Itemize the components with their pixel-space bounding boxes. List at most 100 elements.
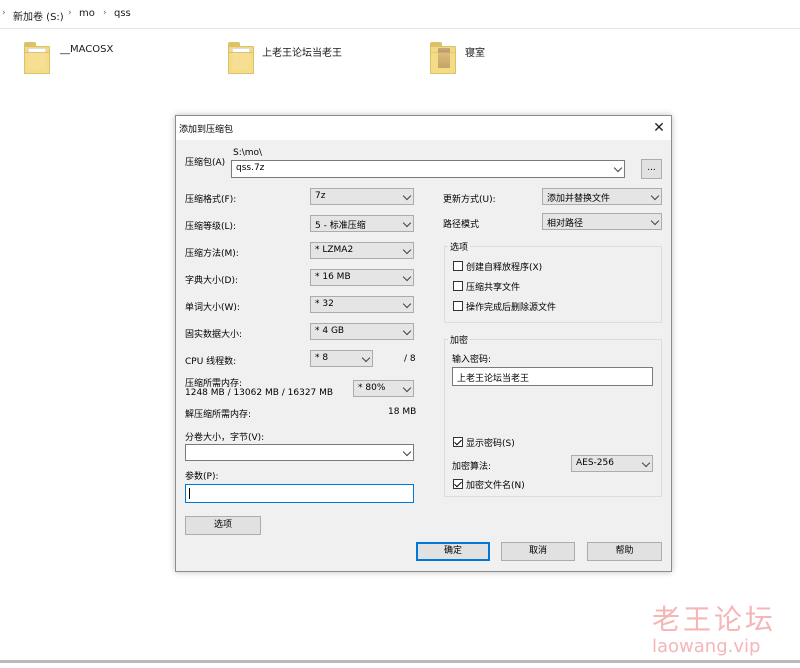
chevron-down-icon bbox=[650, 191, 660, 201]
sfx-label[interactable]: 创建自释放程序(X) bbox=[466, 260, 542, 273]
add-to-archive-dialog: 添加到压缩包 ✕ 压缩包(A) S:\mo\ qss.7z ... 压缩格式(F… bbox=[175, 115, 672, 572]
archive-label: 压缩包(A) bbox=[185, 158, 226, 168]
folder-icon bbox=[24, 42, 50, 74]
memory-detail: 1248 MB / 13062 MB / 16327 MB bbox=[185, 388, 334, 398]
split-size-combo[interactable] bbox=[185, 444, 414, 461]
browse-button[interactable]: ... bbox=[641, 159, 662, 179]
chevron-down-icon bbox=[402, 245, 412, 255]
watermark-text: 老王论坛 bbox=[652, 603, 777, 636]
chevron-down-icon bbox=[402, 299, 412, 309]
update-mode-select[interactable]: 添加并替换文件 bbox=[542, 188, 662, 205]
chevron-down-icon bbox=[402, 218, 412, 228]
help-button[interactable]: 帮助 bbox=[587, 542, 662, 561]
delete-source-label[interactable]: 操作完成后删除源文件 bbox=[466, 300, 556, 313]
breadcrumb-mo[interactable]: mo bbox=[79, 8, 95, 19]
params-input[interactable] bbox=[185, 484, 414, 503]
cancel-button[interactable]: 取消 bbox=[501, 542, 575, 561]
text-caret bbox=[189, 488, 190, 499]
method-select[interactable]: * LZMA2 bbox=[310, 242, 414, 259]
threads-value: * 8 bbox=[315, 353, 329, 363]
encryption-method-select[interactable]: AES-256 bbox=[571, 455, 653, 472]
path-mode-label: 路径模式 bbox=[443, 220, 480, 230]
ok-button[interactable]: 确定 bbox=[416, 542, 490, 561]
folder-item-dorm[interactable] bbox=[430, 42, 456, 74]
shared-files-checkbox[interactable] bbox=[453, 281, 463, 291]
update-mode-label: 更新方式(U): bbox=[443, 195, 496, 205]
sfx-checkbox[interactable] bbox=[453, 261, 463, 271]
close-icon[interactable]: ✕ bbox=[650, 119, 668, 137]
dict-label: 字典大小(D): bbox=[185, 276, 238, 286]
path-mode-value: 相对路径 bbox=[547, 219, 584, 229]
solid-label: 固实数据大小: bbox=[185, 330, 243, 340]
chevron-right-icon: › bbox=[2, 8, 6, 18]
folder-item-macosx[interactable] bbox=[24, 42, 50, 74]
threads-select[interactable]: * 8 bbox=[310, 350, 373, 367]
threads-label: CPU 线程数: bbox=[185, 357, 237, 367]
format-label: 压缩格式(F): bbox=[185, 195, 237, 205]
chevron-down-icon bbox=[361, 353, 371, 363]
level-select[interactable]: 5 - 标准压缩 bbox=[310, 215, 414, 232]
encrypt-names-label[interactable]: 加密文件名(N) bbox=[466, 478, 525, 491]
level-value: 5 - 标准压缩 bbox=[315, 221, 366, 231]
path-mode-select[interactable]: 相对路径 bbox=[542, 213, 662, 230]
chevron-down-icon bbox=[402, 383, 412, 393]
breadcrumb-qss[interactable]: qss bbox=[114, 8, 131, 19]
chevron-down-icon bbox=[402, 191, 412, 201]
format-value: 7z bbox=[315, 191, 326, 201]
shared-files-label[interactable]: 压缩共享文件 bbox=[466, 280, 520, 293]
password-label: 输入密码: bbox=[452, 355, 492, 365]
memory-percent-select[interactable]: * 80% bbox=[353, 380, 414, 397]
word-label: 单词大小(W): bbox=[185, 303, 240, 313]
folder-icon bbox=[228, 42, 254, 74]
params-label: 参数(P): bbox=[185, 472, 219, 482]
chevron-down-icon bbox=[613, 163, 623, 173]
chevron-down-icon bbox=[402, 326, 412, 336]
chevron-right-icon: › bbox=[68, 8, 72, 18]
dialog-title: 添加到压缩包 bbox=[179, 125, 234, 135]
chevron-down-icon bbox=[402, 272, 412, 282]
chevron-down-icon bbox=[641, 458, 651, 468]
breadcrumb-drive[interactable]: 新加卷 (S:) bbox=[13, 8, 64, 23]
dialog-titlebar[interactable]: 添加到压缩包 ✕ bbox=[176, 116, 671, 140]
password-input[interactable]: 上老王论坛当老王 bbox=[452, 367, 653, 386]
encryption-method-label: 加密算法: bbox=[452, 462, 492, 472]
encryption-method-value: AES-256 bbox=[576, 458, 614, 468]
dict-value: * 16 MB bbox=[315, 272, 351, 282]
format-select[interactable]: 7z bbox=[310, 188, 414, 205]
options-button[interactable]: 选项 bbox=[185, 516, 261, 535]
folder-label[interactable]: 寝室 bbox=[465, 44, 485, 59]
delete-source-checkbox[interactable] bbox=[453, 301, 463, 311]
folder-item-laowang[interactable] bbox=[228, 42, 254, 74]
options-group-title: 选项 bbox=[448, 240, 471, 253]
word-value: * 32 bbox=[315, 299, 334, 309]
dict-select[interactable]: * 16 MB bbox=[310, 269, 414, 286]
solid-value: * 4 GB bbox=[315, 326, 345, 336]
level-label: 压缩等级(L): bbox=[185, 222, 237, 232]
show-password-label[interactable]: 显示密码(S) bbox=[466, 436, 515, 449]
show-password-checkbox[interactable] bbox=[453, 437, 463, 447]
folder-label[interactable]: __MACOSX bbox=[60, 44, 113, 55]
encrypt-names-checkbox[interactable] bbox=[453, 479, 463, 489]
folder-icon bbox=[430, 42, 456, 74]
solid-select[interactable]: * 4 GB bbox=[310, 323, 414, 340]
chevron-down-icon bbox=[650, 216, 660, 226]
password-value: 上老王论坛当老王 bbox=[457, 374, 530, 384]
update-mode-value: 添加并替换文件 bbox=[547, 194, 611, 204]
chevron-right-icon: › bbox=[103, 8, 107, 18]
threads-total: / 8 bbox=[404, 354, 416, 364]
word-select[interactable]: * 32 bbox=[310, 296, 414, 313]
folder-label[interactable]: 上老王论坛当老王 bbox=[262, 44, 342, 59]
decomp-memory-value: 18 MB bbox=[388, 407, 417, 417]
watermark-url: laowang.vip bbox=[652, 636, 761, 657]
archive-name-combo[interactable]: qss.7z bbox=[231, 160, 625, 178]
decomp-memory-label: 解压缩所需内存: bbox=[185, 410, 252, 420]
chevron-down-icon bbox=[402, 447, 412, 457]
split-label: 分卷大小，字节(V): bbox=[185, 433, 265, 443]
method-label: 压缩方法(M): bbox=[185, 249, 239, 259]
archive-path: S:\mo\ bbox=[233, 148, 263, 158]
encryption-group-title: 加密 bbox=[448, 333, 471, 346]
taskbar-edge bbox=[0, 660, 800, 663]
memory-percent-value: * 80% bbox=[358, 383, 386, 393]
method-value: * LZMA2 bbox=[315, 245, 354, 255]
archive-name-value: qss.7z bbox=[236, 163, 265, 173]
